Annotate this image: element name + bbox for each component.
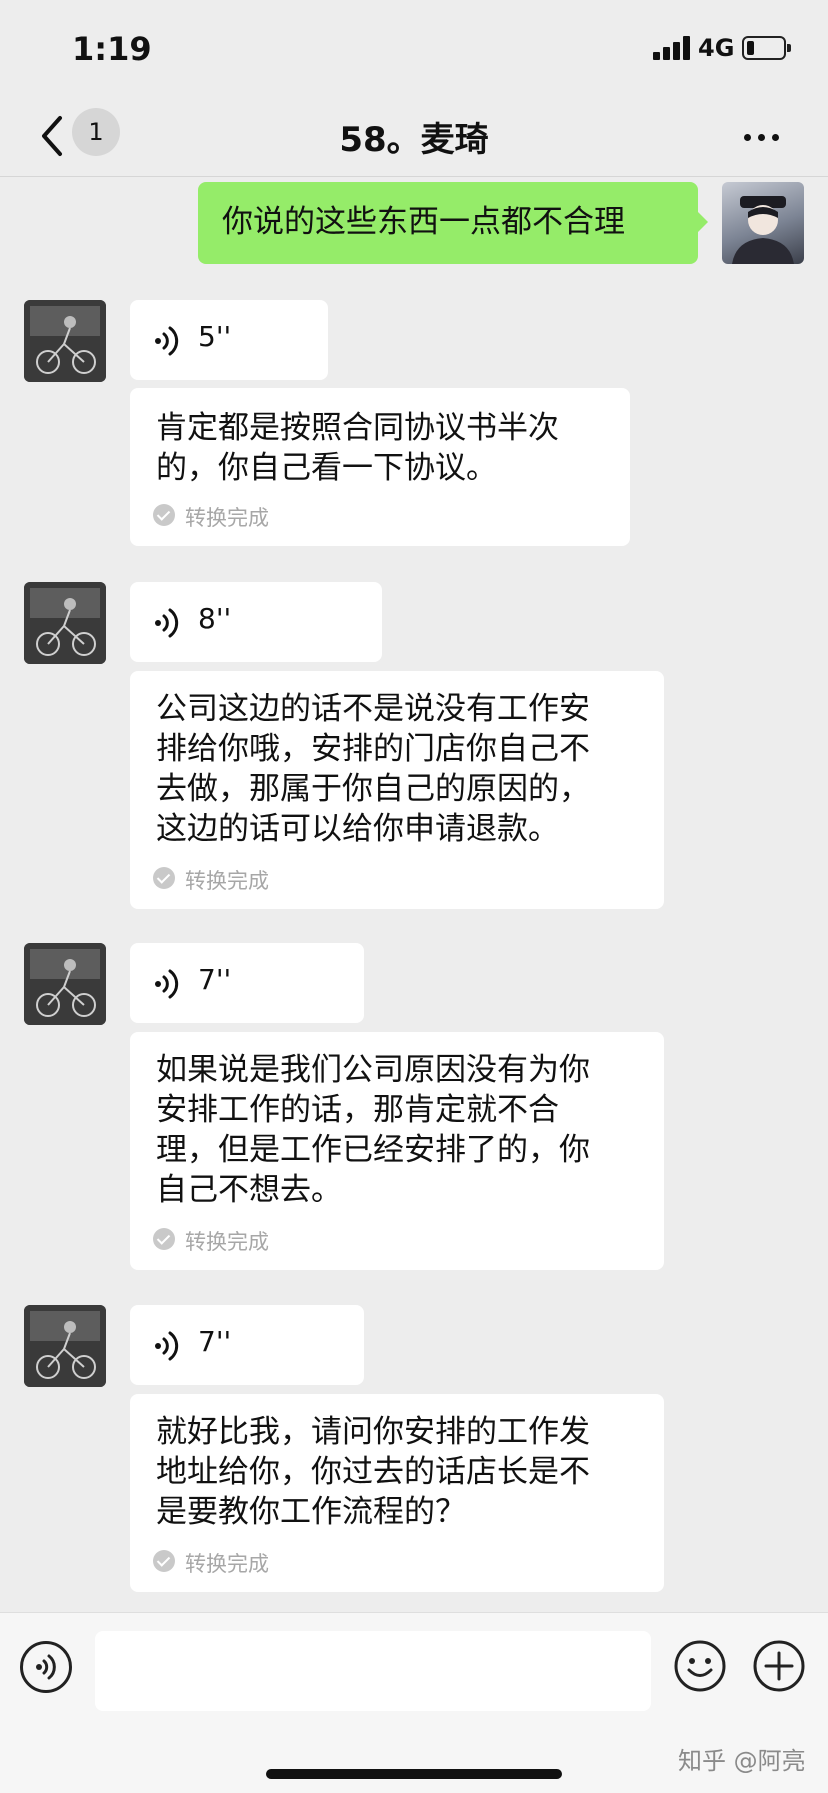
network-type: 4G [698,34,735,62]
chat-header: 1 58。麦琦 [0,100,828,177]
voice-duration: 8'' [198,602,232,635]
transcript-line: 自己不想去。 [156,1172,342,1208]
check-circle-icon [153,504,175,526]
transcript-line: 是要教你工作流程的？ [156,1494,466,1530]
voice-transcript-bubble[interactable]: 肯定都是按照合同协议书半次 的，你自己看一下协议。 转换完成 [130,388,630,546]
voice-input-icon[interactable] [20,1641,72,1693]
transcript-line: 安排工作的话，那肯定就不合 [156,1092,559,1128]
battery-icon [742,36,791,60]
transcript-status: 转换完成 [185,506,269,530]
check-circle-icon [153,1228,175,1250]
voice-message-bubble[interactable]: 7'' [130,943,364,1023]
voice-message-bubble[interactable]: 8'' [130,582,382,662]
transcript-line: 地址给你，你过去的话店长是不 [156,1454,590,1490]
transcript-line: 公司这边的话不是说没有工作安 [156,691,590,727]
transcript-status: 转换完成 [185,1230,269,1254]
contact-avatar[interactable] [24,943,106,1025]
transcript-status: 转换完成 [185,1552,269,1576]
transcript-line: 肯定都是按照合同协议书半次 [156,410,559,446]
check-circle-icon [153,867,175,889]
plus-icon[interactable] [752,1639,806,1693]
voice-wave-icon [155,326,179,356]
voice-message-bubble[interactable]: 5'' [130,300,328,380]
emoji-icon[interactable] [673,1639,727,1693]
voice-duration: 7'' [198,1325,232,1358]
voice-transcript-text: 公司这边的话不是说没有工作安 排给你哦，安排的门店你自己不 去做，那属于你自己的… [156,689,656,849]
voice-wave-icon [155,969,179,999]
voice-wave-icon [155,1331,179,1361]
voice-transcript-bubble[interactable]: 公司这边的话不是说没有工作安 排给你哦，安排的门店你自己不 去做，那属于你自己的… [130,671,664,909]
transcript-line: 这边的话可以给你申请退款。 [156,811,559,847]
voice-transcript-text: 就好比我，请问你安排的工作发 地址给你，你过去的话店长是不 是要教你工作流程的？ [156,1412,656,1532]
contact-avatar[interactable] [24,300,106,382]
battery-level [747,41,754,55]
voice-transcript-bubble[interactable]: 如果说是我们公司原因没有为你 安排工作的话，那肯定就不合 理，但是工作已经安排了… [130,1032,664,1270]
status-bar: 1:19 4G [0,0,828,100]
transcript-status: 转换完成 [185,869,269,893]
check-circle-icon [153,1550,175,1572]
transcript-line: 就好比我，请问你安排的工作发 [156,1414,590,1450]
voice-transcript-bubble[interactable]: 就好比我，请问你安排的工作发 地址给你，你过去的话店长是不 是要教你工作流程的？… [130,1394,664,1592]
outgoing-message-text: 你说的这些东西一点都不合理 [222,204,625,240]
voice-message-bubble[interactable]: 7'' [130,1305,364,1385]
watermark: 知乎 @阿亮 [678,1747,806,1775]
chat-title: 58。麦琦 [339,120,489,160]
home-indicator[interactable] [266,1769,562,1779]
voice-wave-icon [155,608,179,638]
input-bar: 知乎 @阿亮 [0,1612,828,1793]
transcript-line: 去做，那属于你自己的原因的， [156,771,590,807]
transcript-line: 的，你自己看一下协议。 [156,450,497,486]
unread-count-badge[interactable]: 1 [72,108,120,156]
contact-avatar[interactable] [24,582,106,664]
voice-duration: 7'' [198,963,232,996]
contact-avatar[interactable] [24,1305,106,1387]
chevron-left-icon[interactable] [36,112,72,160]
my-avatar[interactable] [722,182,804,264]
outgoing-message-bubble[interactable]: 你说的这些东西一点都不合理 [198,182,708,264]
transcript-line: 排给你哦，安排的门店你自己不 [156,731,590,767]
more-dots-icon[interactable] [740,122,784,152]
message-input[interactable] [95,1631,651,1711]
voice-duration: 5'' [198,320,232,353]
signal-icon [653,36,691,60]
transcript-line: 如果说是我们公司原因没有为你 [156,1052,590,1088]
voice-transcript-text: 肯定都是按照合同协议书半次 的，你自己看一下协议。 [156,408,616,488]
transcript-line: 理，但是工作已经安排了的，你 [156,1132,590,1168]
voice-transcript-text: 如果说是我们公司原因没有为你 安排工作的话，那肯定就不合 理，但是工作已经安排了… [156,1050,656,1210]
status-time: 1:19 [72,30,152,68]
